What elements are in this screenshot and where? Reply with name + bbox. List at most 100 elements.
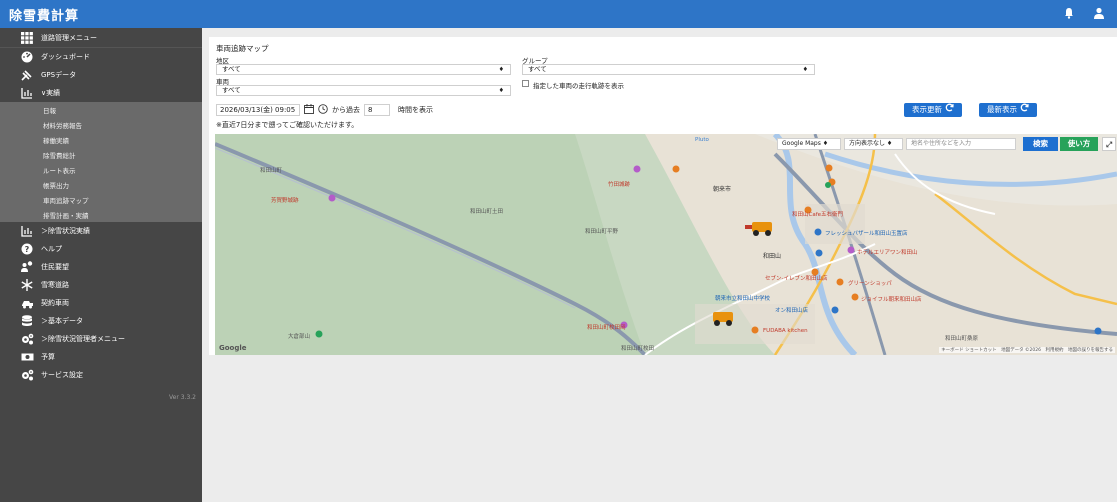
sidebar-item-road-menu[interactable]: 道路管理メニュー	[0, 28, 202, 48]
sidebar-item-service-settings[interactable]: サービス設定	[0, 366, 202, 384]
map-label: オン和田山店	[775, 308, 809, 314]
sidebar-item-label: ∨実績	[41, 89, 61, 97]
fullscreen-icon: ⤢	[1106, 140, 1112, 149]
latest-button[interactable]: 最新表示	[979, 103, 1037, 117]
map-label: 朝来市立和田山中学校	[715, 296, 771, 302]
howto-button[interactable]: 使い方	[1060, 137, 1098, 151]
vehicle-select-value: すべて	[222, 86, 241, 94]
map-label: 和田山町桑原	[945, 336, 979, 342]
latest-button-label: 最新表示	[987, 105, 1017, 114]
caret-icon: ♦	[802, 66, 808, 73]
top-header: 除雪費計算	[0, 0, 1117, 28]
sidebar-item-label: ＞基本データ	[41, 317, 83, 325]
map-label: グリーンショッパ	[848, 281, 892, 287]
map-view[interactable]: 和田山町 芳賀野城跡 和田山町土田 和田山町平野 朝来市 竹田城跡 和田山Caf…	[215, 134, 1117, 355]
satellite-icon	[20, 69, 34, 81]
submenu-item-route[interactable]: ルート表示	[0, 162, 202, 177]
dashboard-icon	[20, 51, 34, 63]
direction-select[interactable]: 方向表示なし ♦	[844, 138, 903, 150]
note-text: ※直近7日分まで遡ってご確認いただけます。	[216, 121, 359, 129]
map-attribution[interactable]: キーボード ショートカット 地図データ ©2026 利用規約 地図の誤りを報告す…	[939, 347, 1115, 353]
money-icon	[20, 351, 34, 363]
sidebar-item-budget[interactable]: 予算	[0, 348, 202, 366]
results-submenu: 日報 材料労務報告 稼働実績 除雪費総計 ルート表示 帳票出力 車両追跡マップ …	[0, 102, 202, 222]
grid-icon	[20, 31, 34, 44]
map-label: ホテルエリアワン和田山	[857, 250, 918, 256]
svg-text:?: ?	[25, 245, 30, 254]
sidebar-item-admin-menu[interactable]: ＞除雪状況管理者メニュー	[0, 330, 202, 348]
page-title: 車両追跡マップ	[216, 44, 269, 53]
area-select[interactable]: すべて ♦	[216, 64, 511, 75]
datetime-input[interactable]: 2026/03/13(金) 09:05	[216, 104, 300, 116]
google-logo: Google	[219, 344, 247, 352]
sidebar-item-label: 契約車両	[41, 299, 69, 307]
sidebar-item-results[interactable]: ∨実績	[0, 84, 202, 102]
sidebar-item-snow-status[interactable]: ＞除雪状況実績	[0, 222, 202, 240]
sidebar-item-requests[interactable]: 住民要望	[0, 258, 202, 276]
submenu-item-plan[interactable]: 排雪計画・実績	[0, 207, 202, 222]
caret-icon: ♦	[498, 66, 504, 73]
vehicle-icon	[20, 297, 34, 309]
submenu-item-report[interactable]: 帳票出力	[0, 177, 202, 192]
map-label: 朝来市	[713, 186, 732, 193]
vehicle-select[interactable]: すべて ♦	[216, 85, 511, 96]
maptype-value: Google Maps	[782, 140, 821, 147]
refresh-icon	[945, 103, 954, 117]
map-label: フレッシュバザール和田山玉置店	[825, 231, 908, 237]
people-icon	[20, 261, 34, 273]
map-label: 大倉部山	[288, 334, 311, 340]
clock-icon[interactable]	[318, 104, 328, 116]
sidebar-item-vehicles[interactable]: 契約車両	[0, 294, 202, 312]
group-select-value: すべて	[528, 65, 547, 73]
from-past-label: から過去	[332, 106, 360, 114]
tracking-panel: 車両追跡マップ 地区 すべて ♦ グループ すべて ♦ 車両 すべて ♦ 指定し…	[209, 37, 1117, 355]
map-label: ジョイフル朝来和田山店	[861, 297, 922, 303]
hours-suffix: 時間を表示	[398, 106, 433, 114]
sidebar-item-help[interactable]: ? ヘルプ	[0, 240, 202, 258]
map-label: 芳賀野城跡	[271, 198, 299, 204]
map-label: 竹田城跡	[608, 182, 631, 188]
sidebar-item-basic-data[interactable]: ＞基本データ	[0, 312, 202, 330]
sidebar-item-label: ダッシュボード	[41, 53, 90, 61]
map-search-button[interactable]: 検索	[1023, 137, 1058, 151]
map-label: 和田山町平野	[585, 229, 619, 235]
maptype-select[interactable]: Google Maps ♦	[777, 138, 841, 150]
sidebar-item-label: ＞除雪状況実績	[41, 227, 90, 235]
sidebar-item-label: GPSデータ	[41, 71, 77, 79]
version-label: Ver 3.3.2	[169, 394, 196, 401]
submenu-item-tracking[interactable]: 車両追跡マップ	[0, 192, 202, 207]
sidebar-item-label: サービス設定	[41, 371, 83, 379]
submenu-item-total[interactable]: 除雪費総計	[0, 147, 202, 162]
app-title: 除雪費計算	[9, 8, 80, 24]
sidebar-item-label: 予算	[41, 353, 55, 361]
hours-input[interactable]: 8	[364, 104, 390, 116]
submenu-item-material[interactable]: 材料労務報告	[0, 117, 202, 132]
fullscreen-button[interactable]: ⤢	[1102, 137, 1116, 151]
sidebar-item-label: 道路管理メニュー	[41, 33, 97, 42]
sidebar-item-gps[interactable]: GPSデータ	[0, 66, 202, 84]
bar-chart-icon	[20, 87, 34, 99]
track-checkbox[interactable]	[522, 80, 529, 87]
map-label: 和田山Cafe五右衛門	[792, 212, 844, 218]
caret-icon: ♦	[498, 87, 504, 94]
sidebar-item-label: 住民要望	[41, 263, 69, 271]
map-label: セブン-イレブン和田山店	[765, 276, 828, 282]
group-select[interactable]: すべて ♦	[522, 64, 815, 75]
user-icon[interactable]	[1093, 7, 1105, 21]
sidebar-item-snow-roads[interactable]: 雪寒道路	[0, 276, 202, 294]
sidebar-item-dashboard[interactable]: ダッシュボード	[0, 48, 202, 66]
direction-value: 方向表示なし	[849, 140, 886, 147]
area-select-value: すべて	[222, 65, 241, 73]
map-label: 和田山町	[260, 168, 283, 174]
calendar-icon[interactable]	[304, 104, 314, 116]
map-search-input[interactable]: 地名や住所などを入力	[906, 138, 1016, 150]
submenu-item-operation[interactable]: 稼働実績	[0, 132, 202, 147]
map-label: 和田山	[763, 253, 782, 260]
refresh-button[interactable]: 表示更新	[904, 103, 962, 117]
sidebar-item-label: ヘルプ	[41, 245, 62, 253]
map-label: 和田山町枚田	[621, 346, 655, 352]
bell-icon[interactable]	[1063, 7, 1075, 21]
submenu-item-daily[interactable]: 日報	[0, 102, 202, 117]
map-label: Pluto	[695, 137, 709, 143]
bar-chart-icon	[20, 225, 34, 237]
